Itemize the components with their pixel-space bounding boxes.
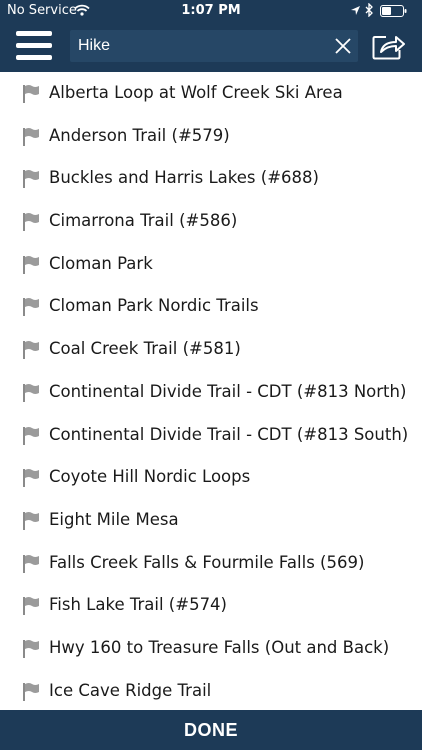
hamburger-menu-icon [16, 43, 52, 48]
clear-search-button[interactable] [334, 37, 352, 55]
list-item-label: Continental Divide Trail - CDT (#813 Nor… [49, 381, 407, 401]
flag-icon [22, 297, 40, 317]
hamburger-menu-icon [16, 55, 52, 60]
list-item[interactable]: Cloman Park [0, 243, 422, 286]
share-button[interactable] [372, 32, 406, 60]
list-item-label: Alberta Loop at Wolf Creek Ski Area [49, 83, 343, 102]
flag-icon [22, 84, 40, 104]
list-item[interactable]: Falls Creek Falls & Fourmile Falls (569) [0, 542, 422, 585]
hamburger-menu-icon [16, 31, 52, 36]
search-box [70, 30, 358, 62]
flag-icon [22, 127, 40, 147]
flag-icon [22, 212, 40, 232]
list-item[interactable]: Anderson Trail (#579) [0, 115, 422, 158]
list-item[interactable]: Alberta Loop at Wolf Creek Ski Area [0, 72, 422, 115]
list-item[interactable]: Coyote Hill Nordic Loops [0, 456, 422, 499]
list-item[interactable]: Cimarrona Trail (#586) [0, 200, 422, 243]
close-icon [335, 38, 351, 54]
list-item-label: Coyote Hill Nordic Loops [49, 467, 251, 487]
list-item[interactable]: Cloman Park Nordic Trails [0, 285, 422, 328]
search-input[interactable] [78, 36, 318, 56]
list-item[interactable]: Buckles and Harris Lakes (#688) [0, 157, 422, 200]
list-item-label: Ice Cave Ridge Trail [49, 680, 212, 700]
flag-icon [22, 383, 40, 403]
flag-icon [22, 255, 40, 275]
list-item-label: Eight Mile Mesa [49, 509, 179, 529]
list-item-label: Cloman Park [49, 253, 153, 273]
location-arrow-icon [350, 5, 361, 20]
flag-icon [22, 426, 40, 446]
list-item[interactable]: Continental Divide Trail - CDT (#813 Nor… [0, 371, 422, 414]
flag-icon [22, 682, 40, 702]
share-icon [372, 36, 405, 60]
flag-icon [22, 639, 40, 659]
list-item[interactable]: Eight Mile Mesa [0, 499, 422, 542]
list-item[interactable]: Ice Cave Ridge Trail [0, 670, 422, 710]
done-button[interactable]: DONE [0, 710, 422, 750]
list-item-label: Continental Divide Trail - CDT (#813 Sou… [49, 424, 409, 444]
app-header: No Service 1:07 PM [0, 0, 422, 72]
flag-icon [22, 596, 40, 616]
list-item-label: Buckles and Harris Lakes (#688) [49, 168, 319, 188]
flag-icon [22, 468, 40, 488]
menu-button[interactable] [16, 31, 52, 63]
trail-list: Alberta Loop at Wolf Creek Ski Area Ander… [0, 72, 422, 710]
flag-icon [22, 340, 40, 360]
list-item[interactable]: Coal Creek Trail (#581) [0, 328, 422, 371]
flag-icon [22, 511, 40, 531]
battery-icon [380, 5, 408, 21]
list-item-label: Falls Creek Falls & Fourmile Falls (569) [49, 552, 365, 572]
list-item[interactable]: Hwy 160 to Treasure Falls (Out and Back) [0, 627, 422, 670]
list-item-label: Anderson Trail (#579) [49, 125, 230, 145]
list-item-label: Coal Creek Trail (#581) [49, 339, 241, 359]
list-item-label: Fish Lake Trail (#574) [49, 595, 227, 615]
bluetooth-icon [365, 2, 374, 21]
list-item-label: Cloman Park Nordic Trails [49, 296, 259, 316]
flag-icon [22, 554, 40, 574]
list-item-label: Hwy 160 to Treasure Falls (Out and Back) [49, 637, 390, 657]
flag-icon [22, 169, 40, 189]
list-item[interactable]: Fish Lake Trail (#574) [0, 584, 422, 627]
status-bar: No Service 1:07 PM [0, 0, 422, 22]
list-item-label: Cimarrona Trail (#586) [49, 211, 238, 231]
list-item[interactable]: Continental Divide Trail - CDT (#813 Sou… [0, 414, 422, 457]
